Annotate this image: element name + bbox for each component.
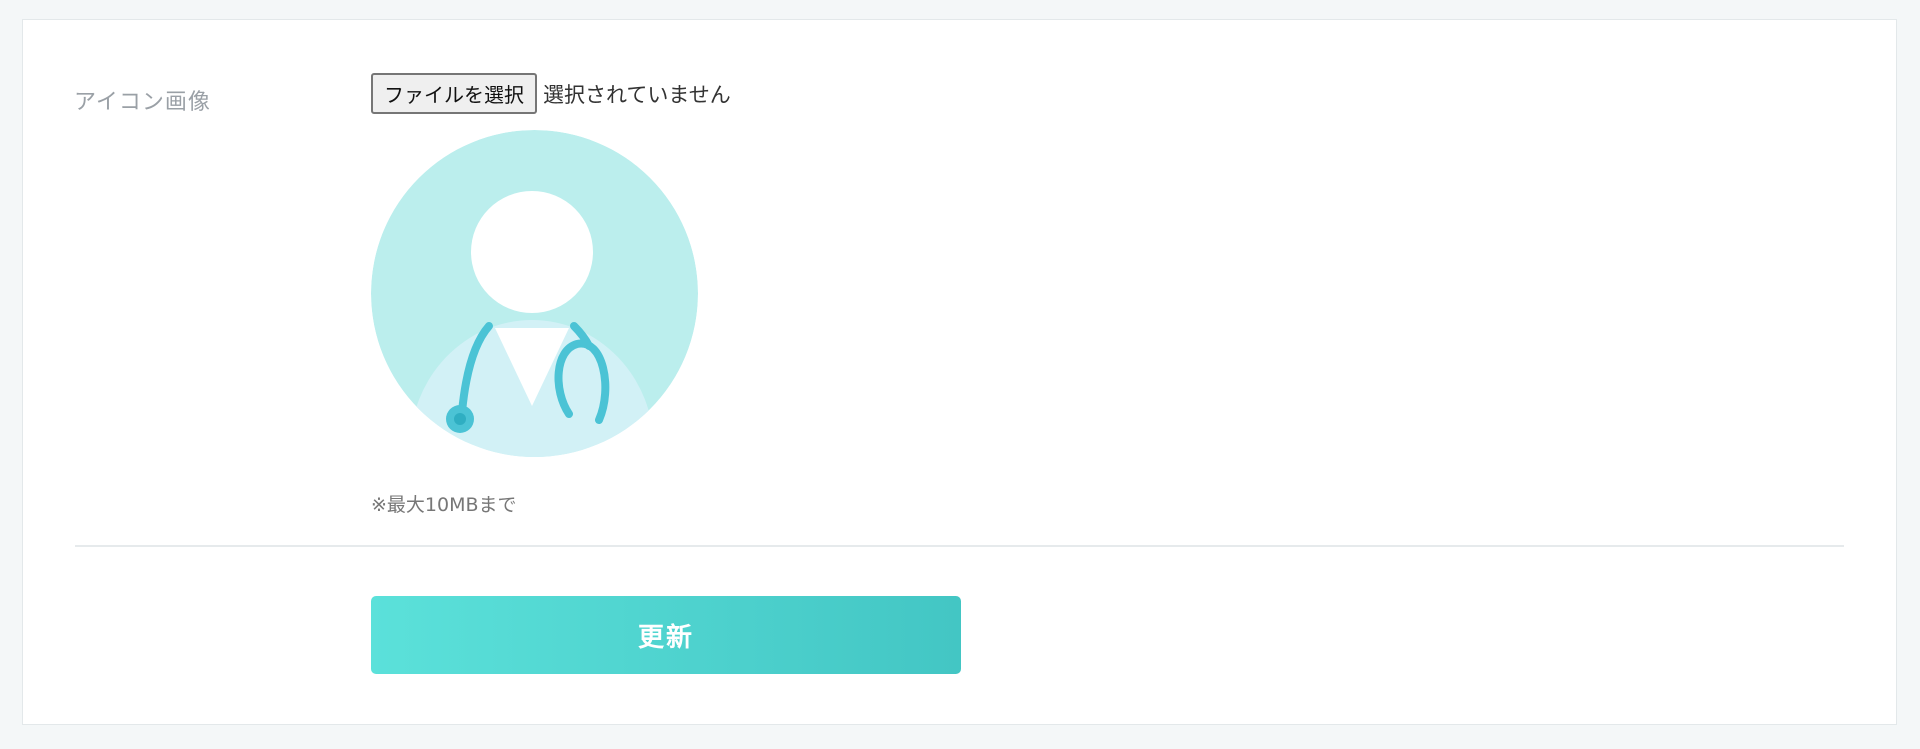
update-button[interactable]: 更新 bbox=[371, 596, 961, 674]
max-size-note: ※最大10MBまで bbox=[371, 494, 517, 516]
icon-image-label: アイコン画像 bbox=[74, 90, 211, 115]
file-status-text: 選択されていません bbox=[543, 82, 731, 107]
form-divider bbox=[75, 545, 1844, 547]
file-input[interactable]: ファイルを選択 選択されていません bbox=[371, 73, 731, 114]
choose-file-button[interactable]: ファイルを選択 bbox=[371, 73, 537, 114]
profile-form-card: アイコン画像 ファイルを選択 選択されていません ※最大10MBまで 更新 bbox=[22, 19, 1897, 725]
doctor-avatar-icon bbox=[371, 130, 698, 457]
